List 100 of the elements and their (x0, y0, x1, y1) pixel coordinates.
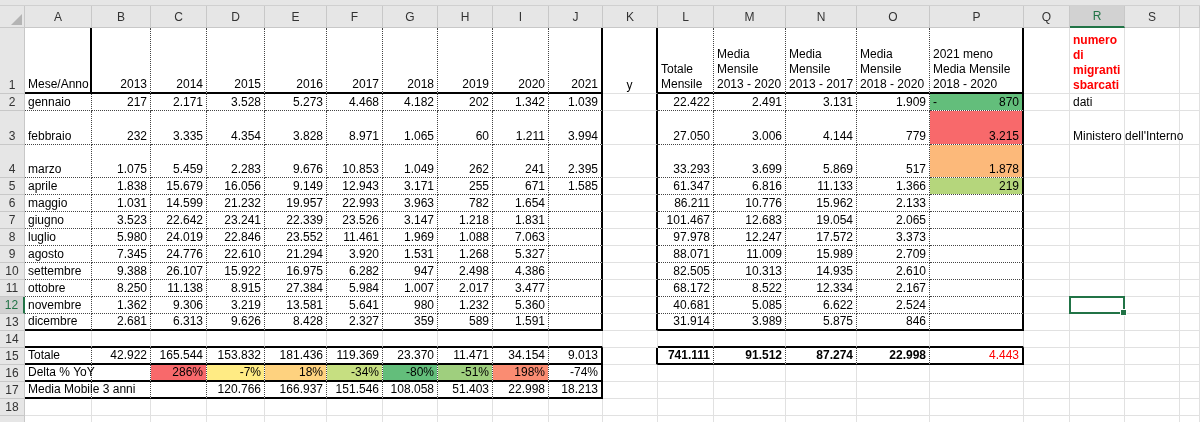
table-cell[interactable]: dicembre (28, 314, 78, 329)
table-cell[interactable]: Media Mobile 3 anni (28, 382, 136, 397)
table-cell[interactable]: 31.914 (673, 314, 710, 329)
select-all-icon[interactable] (11, 14, 22, 25)
table-cell[interactable]: 16.975 (286, 264, 323, 279)
table-cell[interactable]: 1.831 (514, 213, 545, 228)
column-header[interactable] (1180, 6, 1200, 28)
table-cell[interactable]: marzo (28, 162, 62, 177)
column-header[interactable]: S (1125, 6, 1180, 28)
table-cell[interactable]: 232 (126, 129, 147, 144)
table-cell[interactable]: 61.347 (673, 179, 710, 194)
column-header[interactable]: A (25, 6, 92, 28)
empty-cell[interactable] (603, 212, 658, 229)
table-cell[interactable]: agosto (28, 247, 65, 262)
table-cell[interactable]: 91.512 (745, 348, 782, 363)
row-header[interactable]: 18 (0, 399, 25, 416)
table-cell[interactable]: dati (1073, 95, 1093, 110)
row-header[interactable]: 13 (0, 314, 25, 331)
table-cell[interactable]: 40.681 (673, 298, 710, 313)
row-header[interactable] (0, 416, 25, 422)
table-cell[interactable]: 11.471 (453, 348, 489, 363)
table-cell[interactable]: 980 (413, 298, 434, 313)
table-cell[interactable]: 255 (468, 179, 489, 194)
table-cell[interactable]: 1.007 (403, 281, 434, 296)
table-cell[interactable]: giugno (28, 213, 65, 228)
highlighted-cell[interactable]: 18% (265, 365, 326, 380)
table-cell[interactable]: 6.622 (822, 298, 853, 313)
table-cell[interactable]: 9.676 (292, 162, 323, 177)
table-cell[interactable]: 22.610 (224, 247, 261, 262)
table-cell[interactable]: 18.213 (561, 382, 598, 397)
empty-cell[interactable] (930, 246, 1024, 263)
row-header[interactable]: 3 (0, 111, 25, 145)
empty-cell[interactable] (603, 280, 658, 297)
row-header[interactable]: 8 (0, 229, 25, 246)
table-cell[interactable]: Media Mensile 2013 - 2017 (789, 47, 854, 92)
table-cell[interactable]: 1.838 (116, 179, 147, 194)
table-cell[interactable]: 166.937 (279, 382, 323, 397)
table-cell[interactable]: 120.766 (217, 382, 261, 397)
table-cell[interactable]: 3.373 (895, 230, 926, 245)
column-header[interactable]: R (1070, 6, 1125, 28)
table-cell[interactable]: 2.498 (458, 264, 489, 279)
table-cell[interactable]: 34.154 (508, 348, 545, 363)
table-cell[interactable]: 1.531 (403, 247, 434, 262)
table-cell[interactable]: 11.138 (167, 281, 203, 296)
table-cell[interactable]: 3.828 (292, 129, 323, 144)
table-cell[interactable]: 3.994 (567, 129, 598, 144)
table-cell[interactable]: 8.428 (292, 314, 323, 329)
table-cell[interactable]: 9.306 (172, 298, 203, 313)
table-cell[interactable]: 27.050 (673, 129, 710, 144)
table-cell[interactable]: Media Mensile 2018 - 2020 (860, 47, 925, 92)
table-cell[interactable]: 3.699 (751, 162, 782, 177)
table-cell[interactable]: 97.978 (673, 230, 710, 245)
table-cell[interactable]: -74% (570, 365, 598, 380)
highlighted-cell[interactable]: 1.878 (930, 145, 1022, 177)
table-cell[interactable]: 8.971 (348, 129, 379, 144)
column-header[interactable]: D (207, 6, 265, 28)
table-cell[interactable]: 3.131 (822, 95, 853, 110)
table-cell[interactable]: 782 (468, 196, 489, 211)
table-cell[interactable]: 5.980 (116, 230, 147, 245)
table-cell[interactable]: 153.832 (217, 348, 261, 363)
table-cell[interactable]: 5.641 (348, 298, 379, 313)
table-cell[interactable]: 11.133 (817, 179, 853, 194)
table-cell[interactable]: 2.491 (751, 95, 782, 110)
table-cell[interactable]: 4.182 (403, 95, 434, 110)
table-cell[interactable]: 1.088 (458, 230, 489, 245)
table-cell[interactable]: 101.467 (666, 213, 710, 228)
column-header[interactable]: M (714, 6, 786, 28)
table-cell[interactable]: 2.283 (230, 162, 261, 177)
table-cell[interactable]: 3.147 (403, 213, 434, 228)
table-cell[interactable]: 3.963 (403, 196, 434, 211)
table-cell[interactable]: 1.211 (515, 129, 545, 144)
table-cell[interactable]: 4.386 (514, 264, 545, 279)
highlighted-cell[interactable]: 219 (930, 178, 1022, 194)
table-cell[interactable]: 2.167 (895, 281, 926, 296)
table-cell[interactable]: 2020 (518, 77, 545, 92)
table-cell[interactable]: 1.049 (403, 162, 434, 177)
table-cell[interactable]: 8.522 (751, 281, 782, 296)
table-cell[interactable]: 2.327 (348, 314, 379, 329)
table-cell[interactable]: 15.922 (224, 264, 261, 279)
table-cell[interactable]: 2021 (571, 77, 598, 92)
empty-cell[interactable] (549, 280, 603, 297)
table-cell[interactable]: 3.006 (751, 129, 782, 144)
table-cell[interactable]: 5.984 (348, 281, 379, 296)
table-cell[interactable]: 11.009 (746, 247, 782, 262)
table-cell[interactable]: settembre (28, 264, 82, 279)
table-cell[interactable]: 8.250 (116, 281, 147, 296)
row-header[interactable]: 15 (0, 348, 25, 365)
highlighted-cell[interactable]: - 870 (930, 94, 1022, 110)
table-cell[interactable]: y (626, 78, 633, 93)
table-cell[interactable]: 2016 (296, 77, 323, 92)
empty-cell[interactable] (930, 263, 1024, 280)
table-cell[interactable]: 23.370 (397, 348, 434, 363)
table-cell[interactable]: febbraio (28, 129, 72, 144)
table-cell[interactable]: 23.526 (342, 213, 379, 228)
table-cell[interactable]: 3.335 (172, 129, 203, 144)
highlighted-cell[interactable]: -80% (383, 365, 437, 380)
table-cell[interactable]: 23.552 (286, 230, 323, 245)
table-cell[interactable]: 779 (905, 129, 926, 144)
table-cell[interactable]: 181.436 (279, 348, 323, 363)
table-cell[interactable]: 7.345 (116, 247, 147, 262)
